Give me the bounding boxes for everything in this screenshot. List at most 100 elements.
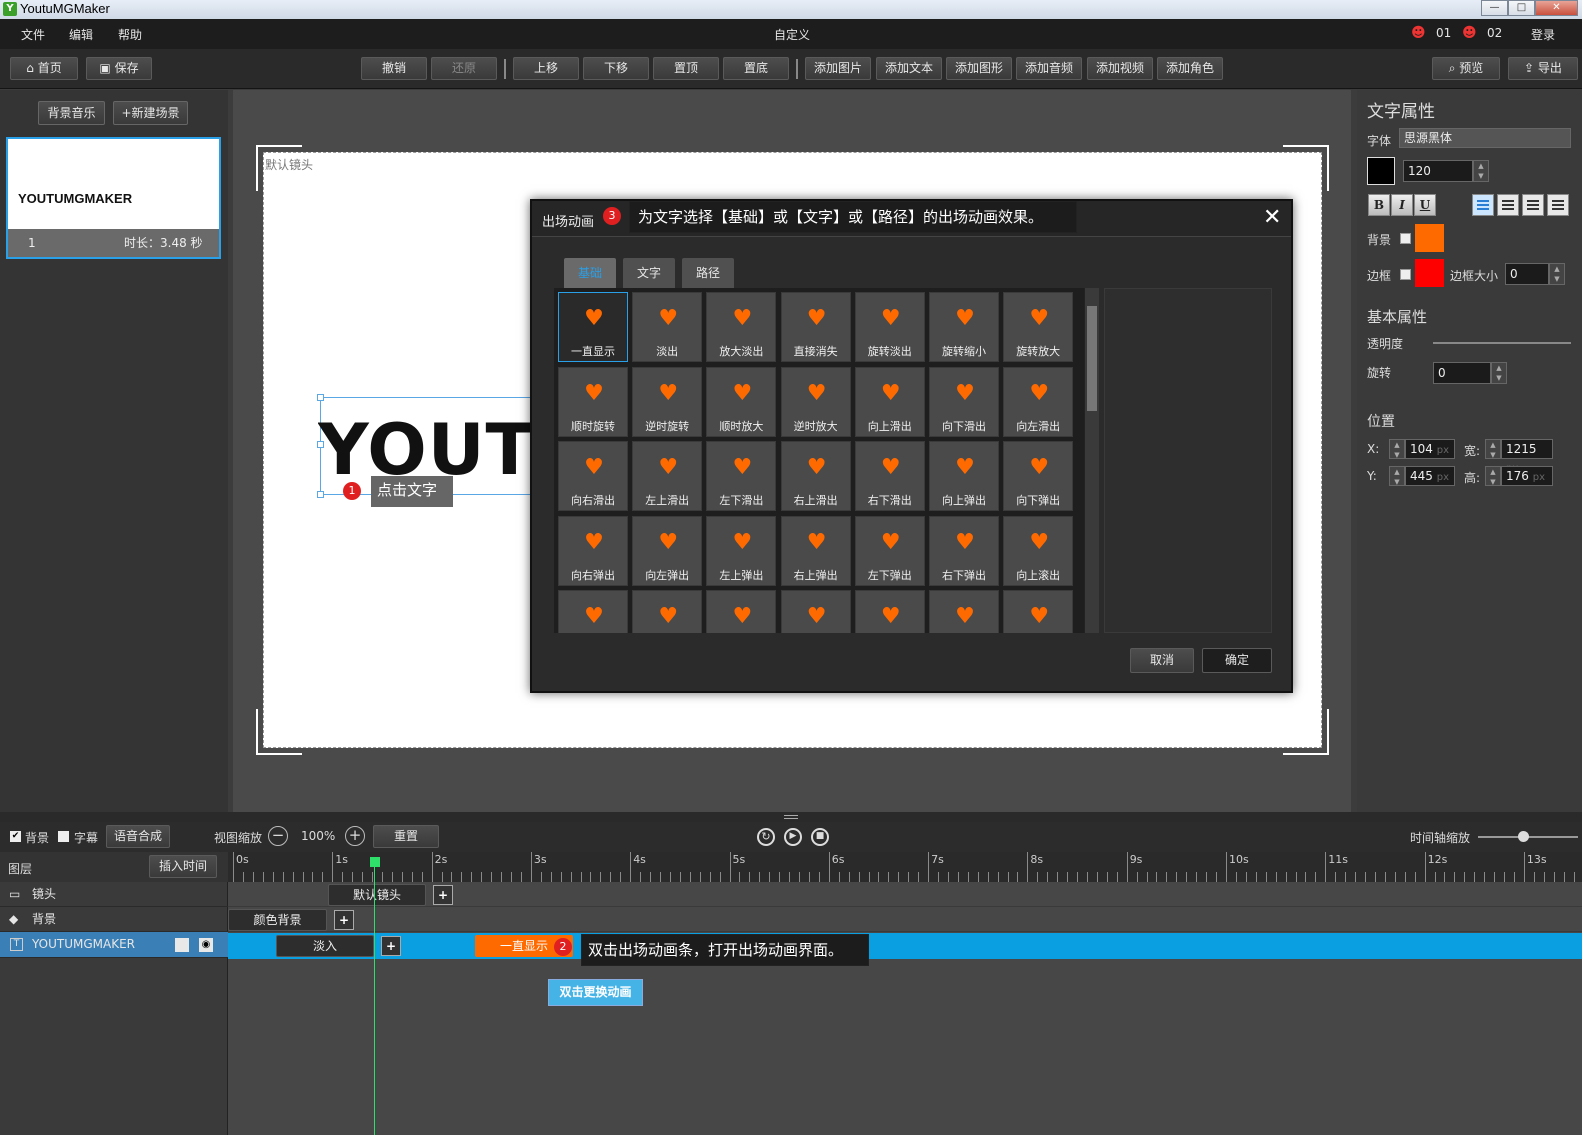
tab-path[interactable]: 路径 <box>682 258 734 288</box>
animation-cell[interactable]: ♥ <box>854 590 925 633</box>
font-size-stepper[interactable]: ▲ ▼ <box>1473 160 1489 182</box>
animation-cell[interactable]: ♥ 放大淡出 <box>706 292 777 362</box>
animation-cell[interactable]: ♥ 向右弹出 <box>558 515 628 586</box>
animation-cell[interactable]: ♥ 顺时旋转 <box>558 366 628 437</box>
playhead-handle[interactable] <box>370 857 380 867</box>
rotate-stepper[interactable]: ▲ ▼ <box>1491 362 1507 384</box>
splitter-handle-icon[interactable] <box>784 815 798 819</box>
resize-handle[interactable] <box>317 491 324 498</box>
bring-to-top-button[interactable]: 置顶 <box>653 57 719 80</box>
time-ruler[interactable]: 0s 1s 2s 3s 4s 5s 6s 7s 8s 9s 10s 11s 12s 13s <box>228 852 1582 882</box>
text-color-swatch[interactable] <box>1367 157 1395 185</box>
replay-icon[interactable]: ↻ <box>757 828 775 846</box>
add-shape-button[interactable]: 添加图形 <box>946 57 1012 80</box>
animation-cell[interactable]: ♥ <box>929 590 999 633</box>
tts-button[interactable]: 语音合成 <box>106 825 170 848</box>
animation-cell[interactable]: ♥ <box>632 590 703 633</box>
menu-edit[interactable]: 编辑 <box>69 26 93 43</box>
cancel-button[interactable]: 取消 <box>1130 648 1194 673</box>
italic-button[interactable]: I <box>1391 194 1413 216</box>
bg-music-button[interactable]: 背景音乐 <box>38 101 105 125</box>
add-image-button[interactable]: 添加图片 <box>805 57 871 80</box>
add-background-icon[interactable]: + <box>334 910 354 930</box>
add-audio-button[interactable]: 添加音频 <box>1016 57 1082 80</box>
scene-thumbnail[interactable]: YOUTUMGMAKER 1 时长：3.48 秒 <box>6 137 221 259</box>
x-input[interactable]: 104 px <box>1405 439 1455 459</box>
export-button[interactable]: ⇪ 导出 <box>1508 57 1578 80</box>
new-scene-button[interactable]: +新建场景 <box>113 101 188 125</box>
tab-text[interactable]: 文字 <box>623 258 675 288</box>
animation-cell[interactable]: ♥ 逆时旋转 <box>632 366 703 437</box>
animation-cell[interactable]: ♥ <box>1003 590 1074 633</box>
add-camera-icon[interactable]: + <box>433 885 453 905</box>
w-stepper[interactable]: ▲ ▼ <box>1485 439 1501 459</box>
close-icon[interactable]: ✕ <box>1535 0 1578 16</box>
animation-cell[interactable]: ♥ 一直显示 <box>558 292 628 362</box>
tab-basic[interactable]: 基础 <box>564 258 616 288</box>
animation-cell[interactable]: ♥ <box>780 590 851 633</box>
animation-cell[interactable]: ♥ 右上弹出 <box>780 515 851 586</box>
background-clip[interactable]: 颜色背景 <box>228 909 327 931</box>
animation-cell[interactable]: ♥ 右下弹出 <box>929 515 999 586</box>
border-color-swatch[interactable] <box>1415 259 1444 287</box>
ok-button[interactable]: 确定 <box>1202 648 1272 673</box>
home-button[interactable]: ⌂ 首页 <box>10 57 78 80</box>
animation-cell[interactable]: ♥ 顺时放大 <box>706 366 777 437</box>
w-input[interactable]: 1215 px <box>1501 439 1553 474</box>
underline-button[interactable]: U <box>1414 194 1436 216</box>
redo-button[interactable]: 还原 <box>431 57 497 80</box>
send-to-bottom-button[interactable]: 置底 <box>723 57 789 80</box>
enter-animation-clip[interactable]: 淡入 <box>276 935 374 957</box>
layer-row-camera[interactable]: ▭ 镜头 <box>0 882 228 907</box>
preview-button[interactable]: ⌕ 预览 <box>1432 57 1500 80</box>
menu-help[interactable]: 帮助 <box>118 26 142 43</box>
grid-scrollbar[interactable] <box>1084 288 1099 633</box>
add-text-button[interactable]: 添加文本 <box>876 57 942 80</box>
add-video-button[interactable]: 添加视频 <box>1087 57 1153 80</box>
lock-icon[interactable] <box>175 938 189 952</box>
resize-handle[interactable] <box>317 394 324 401</box>
border-size-input[interactable]: 0 <box>1505 263 1549 285</box>
font-size-input[interactable]: 120 <box>1403 160 1473 182</box>
animation-cell[interactable]: ♥ 左上滑出 <box>632 441 703 511</box>
playhead-line[interactable] <box>374 858 375 1135</box>
add-animation-icon[interactable]: + <box>381 936 401 956</box>
maximize-icon[interactable]: □ <box>1508 0 1535 16</box>
bg-color-swatch[interactable] <box>1415 224 1444 252</box>
animation-cell[interactable]: ♥ 左上弹出 <box>706 515 777 586</box>
animation-cell[interactable]: ♥ 向左弹出 <box>632 515 703 586</box>
h-input[interactable]: 176 px <box>1501 466 1553 486</box>
dialog-close-icon[interactable]: ✕ <box>1263 205 1281 230</box>
move-up-button[interactable]: 上移 <box>513 57 579 80</box>
rotate-input[interactable]: 0 <box>1433 362 1491 384</box>
animation-cell[interactable]: ♥ 旋转放大 <box>1003 292 1074 362</box>
animation-cell[interactable]: ♥ 左下滑出 <box>706 441 777 511</box>
stop-icon[interactable]: ■ <box>811 828 829 846</box>
font-select[interactable]: 思源黑体 <box>1399 128 1571 148</box>
animation-cell[interactable]: ♥ 向下弹出 <box>1003 441 1074 511</box>
y-stepper[interactable]: ▲ ▼ <box>1389 466 1405 486</box>
layer-row-background[interactable]: ◆ 背景 <box>0 907 228 932</box>
reset-button[interactable]: 重置 <box>373 825 439 848</box>
animation-cell[interactable]: ♥ 向上弹出 <box>929 441 999 511</box>
animation-cell[interactable]: ♥ 向上滚出 <box>1003 515 1074 586</box>
animation-cell[interactable]: ♥ 向上滑出 <box>854 366 925 437</box>
y-input[interactable]: 445 px <box>1405 466 1455 486</box>
layer-row-text[interactable]: T YOUTUMGMAKER ◉ <box>0 932 228 958</box>
animation-cell[interactable]: ♥ 向下滑出 <box>929 366 999 437</box>
menu-file[interactable]: 文件 <box>21 26 45 43</box>
border-size-stepper[interactable]: ▲ ▼ <box>1549 263 1565 285</box>
login-link[interactable]: 登录 <box>1531 26 1555 43</box>
minimize-icon[interactable]: — <box>1481 0 1508 16</box>
animation-cell[interactable]: ♥ 旋转缩小 <box>929 292 999 362</box>
align-left-icon[interactable] <box>1472 194 1494 216</box>
animation-cell[interactable]: ♥ 向左滑出 <box>1003 366 1074 437</box>
bold-button[interactable]: B <box>1368 194 1390 216</box>
animation-cell[interactable]: ♥ 左下弹出 <box>854 515 925 586</box>
bg-checkbox[interactable]: ✔ <box>10 831 21 842</box>
panel-splitter[interactable] <box>0 812 1582 822</box>
align-center-icon[interactable] <box>1497 194 1519 216</box>
timescale-slider-thumb[interactable] <box>1518 831 1529 842</box>
play-icon[interactable]: ▶ <box>784 828 802 846</box>
animation-cell[interactable]: ♥ 右下滑出 <box>854 441 925 511</box>
